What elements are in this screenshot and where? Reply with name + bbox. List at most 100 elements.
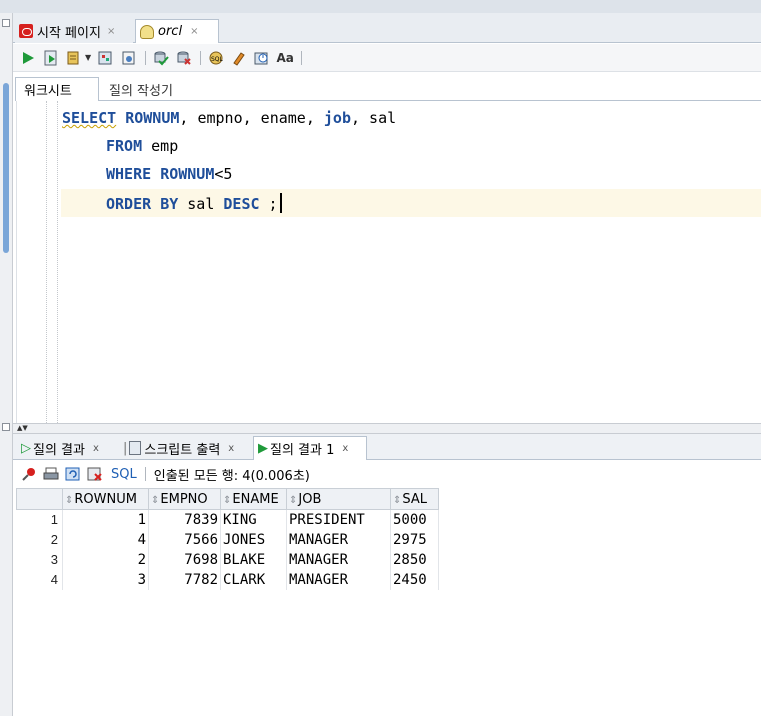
print-icon[interactable] xyxy=(43,466,59,482)
cell-job[interactable]: MANAGER xyxy=(286,529,391,550)
result-toolbar: SQL 인출된 모든 행: 4(0.006초) xyxy=(13,460,761,488)
code-line-4: ORDER BY sal DESC ; xyxy=(106,193,282,213)
sort-icon: ⇕ xyxy=(223,494,232,506)
cell-empno[interactable]: 7566 xyxy=(148,529,221,550)
tab-label: 질의 결과 xyxy=(33,442,85,458)
document-tab-bar: 시작 페이지 × orcl × xyxy=(13,13,761,43)
explain-plan-icon[interactable] xyxy=(65,49,83,67)
column-header-job[interactable]: ⇕JOB xyxy=(286,488,391,510)
code-line-1: SELECT ROWNUM, empno, ename, job, sal xyxy=(62,109,396,127)
keyword: BY xyxy=(160,195,179,213)
close-icon[interactable]: × xyxy=(107,26,115,37)
column-header-empno[interactable]: ⇕EMPNO xyxy=(148,488,221,510)
code-text: ; xyxy=(259,195,278,213)
keyword: FROM xyxy=(106,137,143,155)
cell-empno[interactable]: 7698 xyxy=(148,549,221,570)
cell-ename[interactable]: BLAKE xyxy=(220,549,287,570)
cell-rownum[interactable]: 4 xyxy=(62,529,149,550)
svg-text:SQL: SQL xyxy=(211,56,224,63)
code-text: , sal xyxy=(351,109,397,127)
run-statement-icon[interactable] xyxy=(19,49,37,67)
rollback-icon[interactable] xyxy=(175,49,193,67)
close-icon[interactable]: x xyxy=(228,443,234,454)
sql-history-icon[interactable] xyxy=(253,49,271,67)
code-text: <5 xyxy=(214,165,233,183)
panel-toggle-icon[interactable] xyxy=(2,423,10,431)
tab-label: 스크립트 출력 xyxy=(144,442,221,458)
keyword: ORDER xyxy=(106,195,152,213)
table-header-row: ⇕ROWNUM ⇕EMPNO ⇕ENAME ⇕JOB ⇕SAL xyxy=(16,488,439,510)
sql-link[interactable]: SQL xyxy=(111,467,137,482)
cell-sal[interactable]: 2975 xyxy=(390,529,439,550)
row-number: 1 xyxy=(16,509,63,530)
results-grid[interactable]: ⇕ROWNUM ⇕EMPNO ⇕ENAME ⇕JOB ⇕SAL 1 1 7839… xyxy=(16,488,761,716)
cell-sal[interactable]: 2850 xyxy=(390,549,439,570)
format-case-icon[interactable]: Aa xyxy=(276,49,294,67)
panel-collapse-icon[interactable] xyxy=(2,19,10,27)
table-row[interactable]: 1 1 7839 KING PRESIDENT 5000 xyxy=(16,509,439,530)
cancel-query-icon[interactable] xyxy=(87,466,103,482)
cell-ename[interactable]: CLARK xyxy=(220,569,287,590)
cell-ename[interactable]: KING xyxy=(220,509,287,530)
tab-orcl[interactable]: orcl × xyxy=(135,19,219,43)
column-header-sal[interactable]: ⇕SAL xyxy=(390,488,439,510)
chevron-down-icon[interactable]: ▼ xyxy=(85,53,91,62)
results-table: ⇕ROWNUM ⇕EMPNO ⇕ENAME ⇕JOB ⇕SAL 1 1 7839… xyxy=(16,488,439,590)
table-row[interactable]: 3 2 7698 BLAKE MANAGER 2850 xyxy=(16,549,439,570)
cell-sal[interactable]: 5000 xyxy=(390,509,439,530)
tab-query-builder[interactable]: 질의 작성기 xyxy=(101,77,181,101)
cell-empno[interactable]: 7782 xyxy=(148,569,221,590)
cell-sal[interactable]: 2450 xyxy=(390,569,439,590)
toolbar-separator xyxy=(145,50,147,65)
column-header-ename[interactable]: ⇕ENAME xyxy=(220,488,287,510)
toolbar-separator xyxy=(144,467,146,481)
left-panel-gutter xyxy=(0,13,13,716)
refresh-icon[interactable] xyxy=(65,466,81,482)
pin-icon[interactable] xyxy=(21,466,37,482)
table-row[interactable]: 2 4 7566 JONES MANAGER 2975 xyxy=(16,529,439,550)
close-icon[interactable]: x xyxy=(93,443,99,454)
tab-script-output[interactable]: | 스크립트 출력 x xyxy=(119,436,253,460)
sort-icon: ⇕ xyxy=(151,494,160,506)
column-header-rownum[interactable]: ⇕ROWNUM xyxy=(62,488,149,510)
cell-job[interactable]: MANAGER xyxy=(286,549,391,570)
code-text: , empno, ename, xyxy=(179,109,324,127)
cell-rownum[interactable]: 3 xyxy=(62,569,149,590)
database-icon xyxy=(140,24,154,39)
close-icon[interactable]: x xyxy=(342,443,348,454)
editor-gutter-guide xyxy=(57,101,58,423)
cell-rownum[interactable]: 2 xyxy=(62,549,149,570)
code-text: sal xyxy=(178,195,224,213)
sql-editor[interactable]: SELECT ROWNUM, empno, ename, job, sal FR… xyxy=(16,101,761,423)
close-icon[interactable]: × xyxy=(190,26,198,37)
cell-job[interactable]: PRESIDENT xyxy=(286,509,391,530)
cell-job[interactable]: MANAGER xyxy=(286,569,391,590)
keyword: ROWNUM xyxy=(125,109,180,127)
tab-query-result-1[interactable]: ▶ 질의 결과 1 x xyxy=(253,436,367,460)
tab-start-page[interactable]: 시작 페이지 × xyxy=(15,19,133,43)
tab-worksheet[interactable]: 워크시트 xyxy=(15,77,99,101)
editor-gutter-guide xyxy=(46,101,47,423)
result-tab-bar: ▷ 질의 결과 x | 스크립트 출력 x ▶ 질의 결과 1 x xyxy=(13,434,761,460)
run-script-icon[interactable] xyxy=(42,49,60,67)
commit-icon[interactable] xyxy=(152,49,170,67)
cell-rownum[interactable]: 1 xyxy=(62,509,149,530)
keyword: job xyxy=(323,109,351,127)
tab-label: 시작 페이지 xyxy=(37,25,101,41)
autotrace-icon[interactable] xyxy=(97,49,115,67)
run-icon: ▷ xyxy=(21,440,31,456)
sql-worksheet-icon[interactable]: SQL xyxy=(207,49,225,67)
sql-tuning-icon[interactable] xyxy=(120,49,138,67)
cell-ename[interactable]: JONES xyxy=(220,529,287,550)
fetch-status: 인출된 모든 행: 4(0.006초) xyxy=(153,468,310,484)
row-number: 3 xyxy=(16,549,63,570)
table-row[interactable]: 4 3 7782 CLARK MANAGER 2450 xyxy=(16,569,439,590)
script-output-icon xyxy=(129,441,142,455)
cell-empno[interactable]: 7839 xyxy=(148,509,221,530)
clear-icon[interactable] xyxy=(230,49,248,67)
left-scrollbar[interactable] xyxy=(3,83,9,253)
tab-divider: | xyxy=(123,440,128,456)
editor-results-splitter[interactable]: ▲▼ xyxy=(13,423,761,434)
tab-query-result[interactable]: ▷ 질의 결과 x xyxy=(17,436,117,460)
keyword: SELECT xyxy=(62,109,117,127)
